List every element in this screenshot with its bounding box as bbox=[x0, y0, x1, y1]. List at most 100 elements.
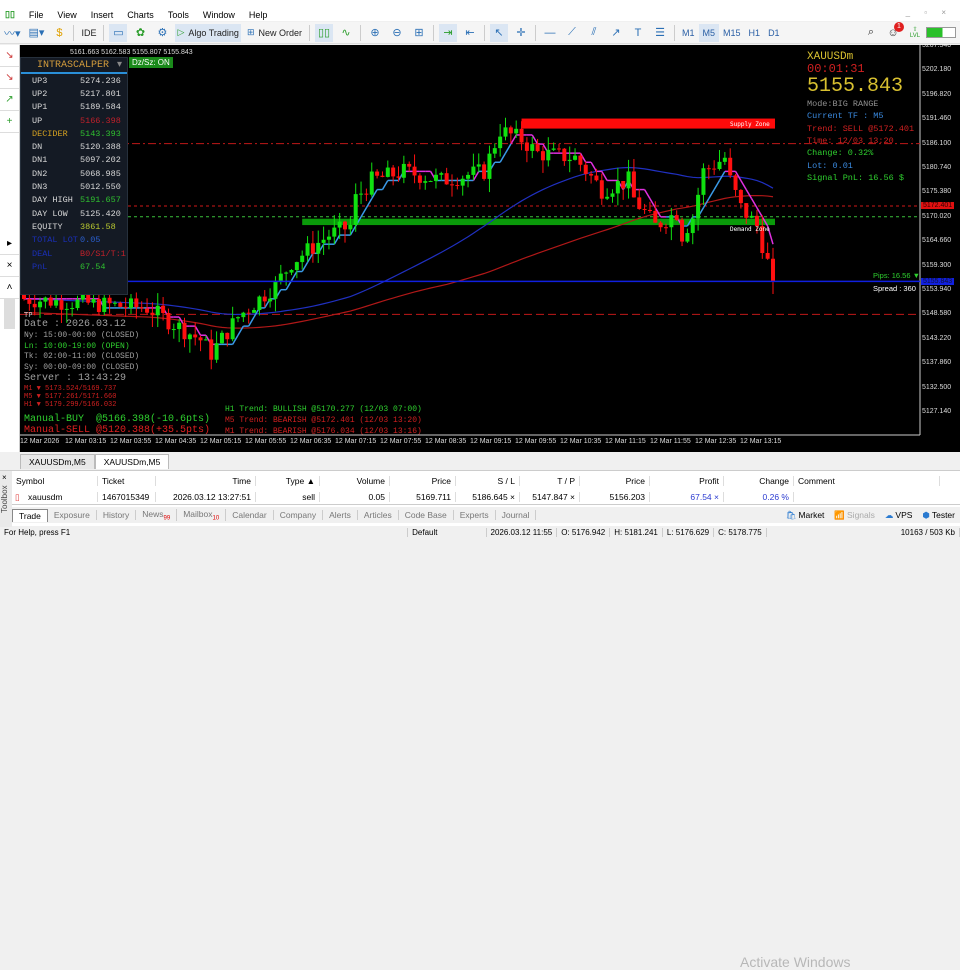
tab-calendar[interactable]: Calendar bbox=[226, 510, 274, 520]
candle-body bbox=[466, 174, 471, 179]
column-header[interactable]: Profit bbox=[650, 475, 724, 486]
ide-button[interactable]: IDE bbox=[79, 24, 98, 42]
dz-sz-toggle-button[interactable]: Dz/Sz: ON bbox=[129, 57, 173, 68]
search-icon[interactable]: ⌕ bbox=[862, 24, 880, 42]
candle-body bbox=[289, 269, 294, 273]
chart-tab-active[interactable]: XAUUSDm,M5 bbox=[94, 454, 170, 469]
info-line: Mode:BIG RANGE bbox=[807, 98, 879, 109]
chart-area[interactable]: 5161.663 5162.583 5155.807 5155.843 INTR… bbox=[20, 45, 960, 452]
tester-button[interactable]: ⬢ Tester bbox=[917, 510, 960, 521]
text-icon[interactable]: T bbox=[629, 24, 647, 42]
candle-body bbox=[284, 272, 289, 274]
cursor-icon[interactable]: ↖ bbox=[490, 23, 508, 42]
tab-news[interactable]: News99 bbox=[136, 508, 178, 522]
candles-icon[interactable]: ▯▯ bbox=[315, 23, 333, 42]
tab-articles[interactable]: Articles bbox=[358, 510, 399, 520]
line-chart-icon[interactable]: ∿ bbox=[337, 24, 355, 42]
algo-trading-button[interactable]: ▷ Algo Trading bbox=[175, 23, 241, 42]
expand-icon[interactable]: ▸ bbox=[0, 233, 19, 255]
menu-window[interactable]: Window bbox=[203, 10, 235, 20]
chart-type-icon[interactable]: 〰▾ bbox=[2, 24, 23, 42]
menu-charts[interactable]: Charts bbox=[127, 10, 154, 20]
chart-tab[interactable]: XAUUSDm,M5 bbox=[20, 454, 95, 469]
trendline-icon[interactable]: ⟋ bbox=[563, 24, 581, 42]
candle-body bbox=[476, 164, 481, 167]
candle-body bbox=[450, 184, 454, 186]
column-header[interactable]: Ticket bbox=[98, 475, 156, 486]
candle-body bbox=[134, 298, 139, 308]
signals-button[interactable]: 📶 Signals bbox=[829, 510, 879, 521]
menu-file[interactable]: File bbox=[29, 10, 44, 20]
market-button[interactable]: 🛍 Market bbox=[781, 510, 830, 521]
market-icon[interactable]: ✿ bbox=[131, 24, 149, 42]
column-header[interactable]: Comment bbox=[794, 475, 940, 486]
toolbar: 〰▾ ▤▾ $ IDE ▭ ✿ ⚙ ▷ Algo Trading ⊞ New Ord… bbox=[0, 21, 960, 44]
fibo-icon[interactable]: ☰ bbox=[651, 24, 669, 42]
dollar-icon[interactable]: $ bbox=[50, 24, 68, 42]
tab-code-base[interactable]: Code Base bbox=[399, 510, 454, 520]
panel-row: DAY HIGH 5191.657 bbox=[21, 194, 127, 207]
settings-gear-icon[interactable]: ⚙ bbox=[153, 24, 171, 42]
vps-button[interactable]: ☁ VPS bbox=[880, 510, 918, 521]
tab-history[interactable]: History bbox=[97, 510, 137, 520]
timeframe-m5[interactable]: M5 bbox=[698, 23, 720, 42]
column-header[interactable]: Change bbox=[724, 475, 794, 486]
tile-windows-icon[interactable]: ⊞ bbox=[410, 24, 428, 42]
panel-header[interactable]: INTRASCALPER ▾ bbox=[21, 58, 127, 74]
new-order-button[interactable]: ⊞ New Order bbox=[245, 24, 304, 42]
timeframe-d1[interactable]: D1 bbox=[764, 24, 784, 42]
depth-icon[interactable]: ▭ bbox=[109, 23, 128, 42]
window-controls[interactable]: _ ▫ × bbox=[906, 8, 952, 17]
column-header[interactable]: S / L bbox=[456, 475, 520, 486]
menu-view[interactable]: View bbox=[57, 10, 76, 20]
zoom-in-icon[interactable]: ⊕ bbox=[366, 24, 384, 42]
scrollbar-thumb[interactable] bbox=[4, 299, 15, 329]
column-header[interactable]: T / P bbox=[520, 475, 580, 486]
tab-trade[interactable]: Trade bbox=[12, 508, 48, 522]
candle-body bbox=[514, 128, 519, 134]
channel-icon[interactable]: ⫽ bbox=[585, 24, 603, 42]
menu-help[interactable]: Help bbox=[249, 10, 268, 20]
tab-exposure[interactable]: Exposure bbox=[48, 510, 97, 520]
scroll-up-icon[interactable]: ˄ bbox=[0, 277, 19, 299]
close-icon[interactable]: × bbox=[0, 255, 19, 277]
tab-experts[interactable]: Experts bbox=[454, 510, 496, 520]
add-icon[interactable]: + bbox=[0, 111, 19, 133]
sell-arrow-icon[interactable]: ↘ bbox=[0, 45, 19, 67]
dropdown-icon[interactable]: ▾ bbox=[117, 59, 122, 71]
menu-insert[interactable]: Insert bbox=[91, 10, 114, 20]
account-icon[interactable]: ☺ 1 bbox=[884, 21, 904, 42]
candle-body bbox=[439, 173, 444, 175]
panel-row-value: 5189.584 bbox=[80, 102, 121, 113]
column-header[interactable]: Type ▲ bbox=[256, 475, 320, 486]
indicators-icon[interactable]: ▤▾ bbox=[27, 24, 47, 42]
crosshair-icon[interactable]: ✛ bbox=[512, 24, 530, 42]
column-header[interactable]: Time bbox=[156, 475, 256, 486]
hline-icon[interactable]: — bbox=[541, 24, 559, 42]
zoom-out-icon[interactable]: ⊖ bbox=[388, 24, 406, 42]
menu-tools[interactable]: Tools bbox=[168, 10, 189, 20]
buy-arrow-icon[interactable]: ↗ bbox=[0, 89, 19, 111]
sell-arrow-icon[interactable]: ↘ bbox=[0, 67, 19, 89]
trend-step-line bbox=[745, 189, 753, 200]
ray-icon[interactable]: ↗ bbox=[607, 24, 625, 42]
autoscroll-icon[interactable]: ⇥ bbox=[439, 23, 457, 42]
chart-shift-icon[interactable]: ⇤ bbox=[461, 24, 479, 42]
tab-mailbox[interactable]: Mailbox10 bbox=[177, 508, 227, 522]
timeframe-m1[interactable]: M1 bbox=[678, 24, 699, 42]
timeframe-m15[interactable]: M15 bbox=[719, 24, 745, 42]
column-header[interactable]: Price bbox=[580, 475, 650, 486]
tab-alerts[interactable]: Alerts bbox=[323, 510, 358, 520]
sell-position-icon: ▯ bbox=[15, 492, 20, 502]
session-line: Server : 13:43:29 bbox=[24, 372, 127, 384]
column-header[interactable]: Price bbox=[390, 475, 456, 486]
tab-company[interactable]: Company bbox=[274, 510, 324, 520]
table-row[interactable]: xauusdm ▯ 1467015349 2026.03.12 13:27:51 sel… bbox=[12, 490, 960, 505]
trend-step-line bbox=[643, 189, 651, 200]
tab-journal[interactable]: Journal bbox=[496, 510, 537, 520]
close-toolbox-icon[interactable]: × bbox=[2, 473, 7, 482]
candle-body bbox=[214, 343, 219, 360]
timeframe-h1[interactable]: H1 bbox=[745, 24, 765, 42]
column-header[interactable]: Volume bbox=[320, 475, 390, 486]
column-header[interactable]: Symbol bbox=[12, 475, 98, 486]
